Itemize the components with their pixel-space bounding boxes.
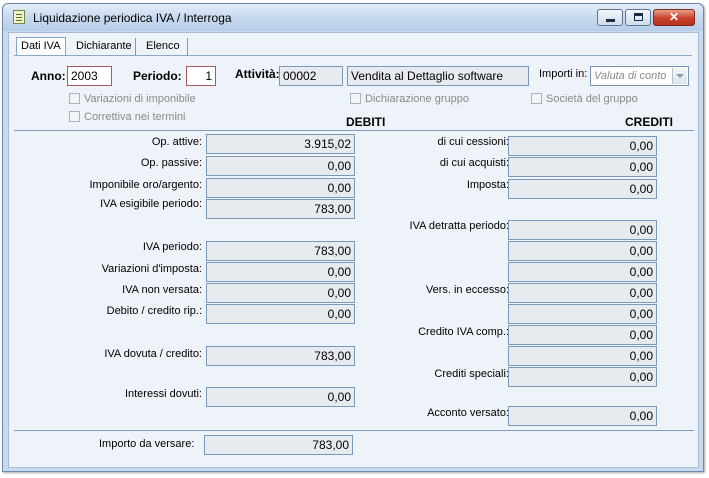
acquisti-field: 0,00 — [508, 157, 657, 177]
iva-non-versata-label: IVA non versata: — [122, 284, 202, 296]
importi-label: Importi in: — [539, 68, 588, 80]
op-passive-field: 0,00 — [206, 156, 355, 176]
variazioni-imposta-label: Variazioni d'imposta: — [101, 263, 202, 275]
societa-gruppo-label: Società del gruppo — [546, 93, 638, 105]
dichiarazione-gruppo-label: Dichiarazione gruppo — [365, 93, 469, 105]
checkbox-box — [69, 93, 80, 104]
op-passive-label: Op. passive: — [140, 157, 202, 169]
imposta-field: 0,00 — [508, 179, 657, 199]
anno-label: Anno: — [31, 69, 66, 83]
imposta-label: Imposta: — [466, 179, 509, 191]
importo-label: Importo da versare: — [99, 438, 195, 450]
anno-input[interactable]: 2003 — [67, 66, 112, 86]
iva-periodo-label: IVA periodo: — [142, 241, 202, 253]
iva-detratta-extra-field: 0,00 — [508, 241, 657, 261]
tab-elenco[interactable]: Elenco — [142, 38, 188, 55]
document-list-icon — [13, 10, 25, 24]
dichiarazione-gruppo-checkbox[interactable]: Dichiarazione gruppo — [350, 93, 469, 105]
tab-dichiarante[interactable]: Dichiarante — [72, 38, 136, 55]
importi-selected-value: Valuta di conto — [594, 70, 667, 82]
correttiva-checkbox[interactable]: Correttiva nei termini — [69, 111, 185, 123]
op-attive-label: Op. attive: — [151, 136, 202, 148]
acconto-label: Acconto versato: — [427, 407, 509, 419]
variazioni-imponibile-checkbox[interactable]: Variazioni di imponibile — [69, 93, 196, 105]
societa-gruppo-checkbox[interactable]: Società del gruppo — [531, 93, 638, 105]
maximize-button[interactable] — [625, 9, 651, 26]
attivita-code-field[interactable]: 00002 — [279, 66, 343, 86]
vers-eccesso-extra-field: 0,00 — [508, 304, 657, 324]
credito-comp-extra-field: 0,00 — [508, 346, 657, 366]
window: Liquidazione periodica IVA / Interroga ✕… — [2, 3, 704, 472]
iva-esigibile-label: IVA esigibile periodo: — [100, 198, 202, 210]
footer-divider — [14, 430, 694, 431]
form-body: Dati IVA Dichiarante Elenco Anno: 2003 P… — [8, 32, 699, 468]
importo-field: 783,00 — [204, 435, 353, 455]
crediti-speciali-label: Crediti speciali: — [434, 368, 509, 380]
interessi-label: Interessi dovuti: — [124, 388, 202, 400]
tab-dati-iva[interactable]: Dati IVA — [16, 37, 66, 56]
op-attive-field: 3.915,02 — [206, 134, 355, 154]
iva-detratta-extra-field: 0,00 — [508, 262, 657, 282]
credito-comp-label: Credito IVA comp.: — [418, 326, 509, 338]
close-icon: ✕ — [668, 10, 680, 24]
debito-credito-label: Debito / credito rip.: — [106, 305, 202, 317]
interessi-field: 0,00 — [206, 387, 355, 407]
iva-detratta-field: 0,00 — [508, 220, 657, 240]
iva-esigibile-field: 783,00 — [206, 199, 355, 219]
maximize-icon — [634, 13, 643, 21]
close-button[interactable]: ✕ — [653, 9, 695, 26]
debiti-heading: DEBITI — [346, 115, 386, 129]
acconto-field: 0,00 — [508, 406, 657, 426]
window-title: Liquidazione periodica IVA / Interroga — [33, 11, 232, 25]
minimize-icon — [606, 19, 615, 22]
attivita-description-field: Vendita al Dettaglio software — [347, 66, 529, 86]
vers-eccesso-label: Vers. in eccesso: — [425, 284, 509, 296]
checkbox-box — [69, 111, 80, 122]
iva-dovuta-field: 783,00 — [206, 346, 355, 366]
iva-non-versata-field: 0,00 — [206, 283, 355, 303]
correttiva-label: Correttiva nei termini — [84, 111, 186, 123]
crediti-speciali-field: 0,00 — [508, 367, 657, 387]
cessioni-field: 0,00 — [508, 136, 657, 156]
imponibile-oro-label: Imponibile oro/argento: — [89, 179, 202, 191]
checkbox-box — [350, 93, 361, 104]
periodo-label: Periodo: — [133, 69, 182, 83]
vers-eccesso-field: 0,00 — [508, 283, 657, 303]
header-divider — [14, 130, 694, 131]
debito-credito-field: 0,00 — [206, 304, 355, 324]
chevron-down-icon[interactable] — [672, 68, 687, 84]
periodo-input[interactable]: 1 — [186, 66, 216, 86]
iva-detratta-label: IVA detratta periodo: — [409, 220, 509, 232]
minimize-button[interactable] — [597, 9, 623, 26]
variazioni-imponibile-label: Variazioni di imponibile — [84, 93, 196, 105]
title-bar[interactable]: Liquidazione periodica IVA / Interroga ✕ — [3, 4, 703, 31]
iva-periodo-field: 783,00 — [206, 241, 355, 261]
crediti-heading: CREDITI — [625, 115, 673, 129]
attivita-label: Attività: — [235, 67, 280, 81]
variazioni-imposta-field: 0,00 — [206, 262, 355, 282]
iva-dovuta-label: IVA dovuta / credito: — [104, 348, 202, 360]
imponibile-oro-field: 0,00 — [206, 178, 355, 198]
checkbox-box — [531, 93, 542, 104]
credito-comp-field: 0,00 — [508, 325, 657, 345]
cessioni-label: di cui cessioni: — [437, 136, 509, 148]
importi-select[interactable]: Valuta di conto — [590, 66, 689, 86]
acquisti-label: di cui acquisti: — [439, 157, 509, 169]
tab-divider — [14, 55, 692, 56]
